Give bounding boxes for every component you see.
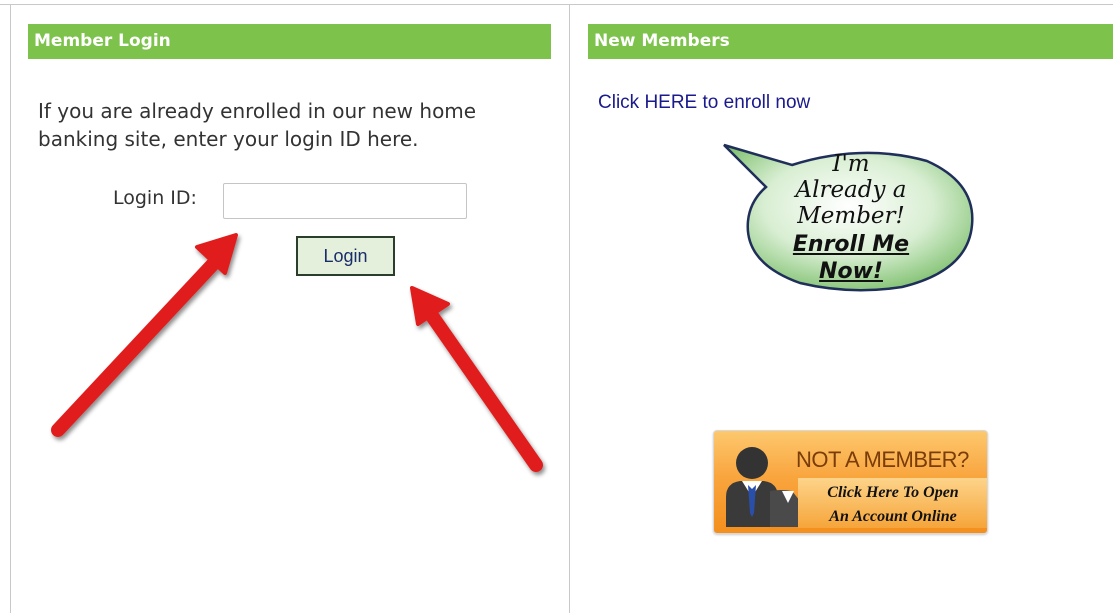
panel-divider [569,4,570,613]
bubble-text-line4: Enroll Me [792,232,910,257]
bubble-text-line1: I'm [832,151,870,177]
arrow-icon [51,233,238,437]
open-account-text: Click Here To Open An Account Online [798,481,987,529]
login-id-label: Login ID: [113,187,197,209]
login-intro-text: If you are already enrolled in our new h… [38,99,477,151]
bubble-text-line3: Member! [797,203,905,229]
new-members-header: New Members [588,24,1113,59]
open-account-banner[interactable]: NOT A MEMBER? Click Here To Open An Acco… [713,430,988,534]
member-login-header: Member Login [28,24,551,59]
login-id-input[interactable] [223,183,467,219]
login-button[interactable]: Login [296,236,395,276]
arrow-icon [410,286,543,472]
frame-left-border [10,4,11,613]
enroll-now-link[interactable]: Click HERE to enroll now [598,92,810,114]
bubble-text-line5: Now! [819,259,883,284]
bubble-text-line2: Already a [795,177,907,203]
enroll-me-bubble-button[interactable]: I'm Already a Member! Enroll Me Now! [722,143,978,293]
frame-top-border [0,4,1113,5]
open-account-line2: An Account Online [829,508,957,525]
open-account-line1: Click Here To Open [827,484,959,501]
person-icon [726,447,800,527]
not-member-title: NOT A MEMBER? [796,447,969,472]
